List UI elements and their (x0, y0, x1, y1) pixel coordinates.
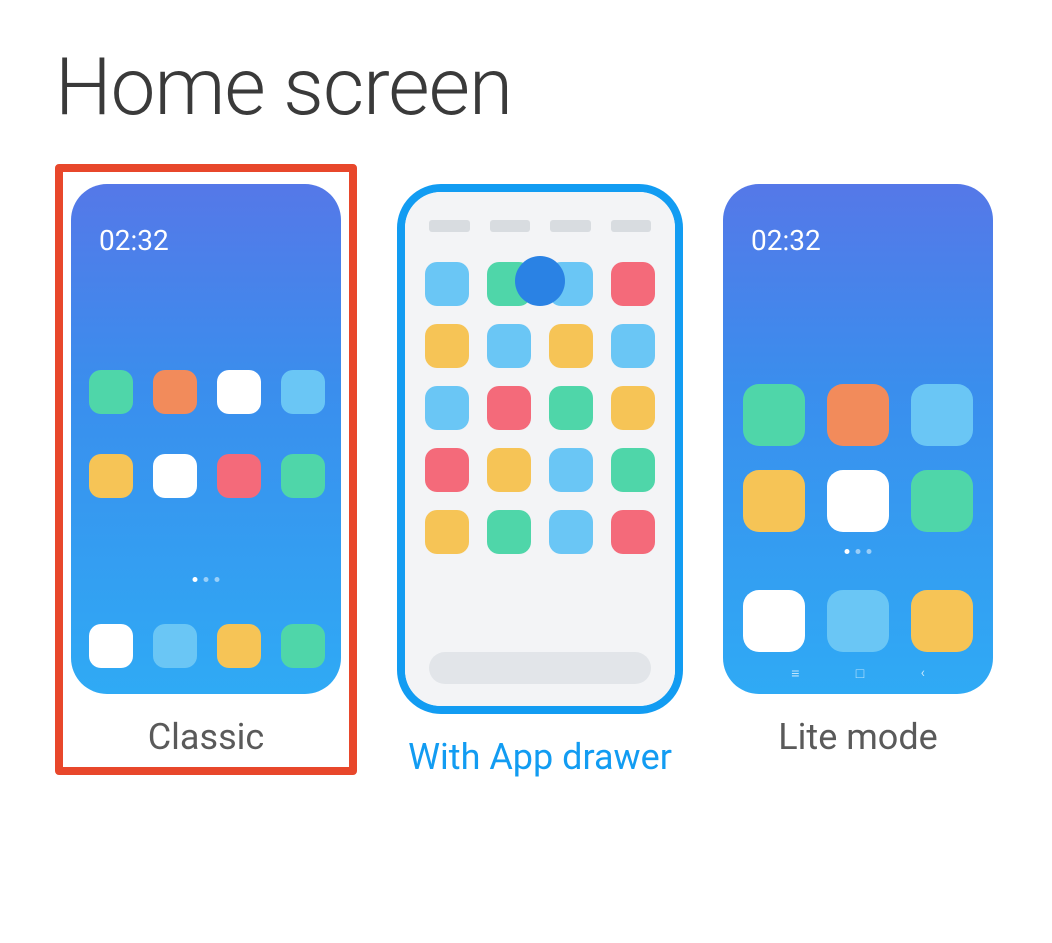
lite-preview: 02:32 ≡ □ ‹ (723, 184, 993, 694)
option-app-drawer[interactable]: With App drawer (397, 164, 683, 779)
app-icon (911, 470, 973, 532)
drawer-tab (611, 220, 652, 232)
app-icon (487, 448, 531, 492)
app-icon (487, 324, 531, 368)
app-icon (827, 590, 889, 652)
app-icon (827, 470, 889, 532)
drawer-tabs (429, 220, 651, 232)
app-icon (611, 386, 655, 430)
app-icon (425, 386, 469, 430)
lite-dock (745, 590, 971, 652)
app-icon (611, 448, 655, 492)
app-icon (281, 454, 325, 498)
app-icon (611, 510, 655, 554)
app-icon (549, 324, 593, 368)
app-icon (153, 370, 197, 414)
drawer-preview (405, 192, 675, 706)
option-lite-mode[interactable]: 02:32 ≡ □ ‹ Lite mode (723, 164, 993, 759)
classic-preview: 02:32 (71, 184, 341, 694)
app-icon (549, 510, 593, 554)
page-indicator (845, 549, 872, 554)
app-icon (425, 324, 469, 368)
nav-menu-icon: ≡ (791, 665, 799, 682)
nav-home-icon: □ (856, 665, 864, 682)
app-icon (89, 454, 133, 498)
classic-icon-row-2 (89, 454, 323, 498)
home-screen-options: 02:32 Classic (55, 164, 997, 779)
drawer-accent-circle (515, 256, 565, 306)
app-icon (487, 386, 531, 430)
app-icon (911, 384, 973, 446)
app-icon (743, 470, 805, 532)
classic-icon-row-1 (89, 370, 323, 414)
app-icon (611, 324, 655, 368)
app-icon (827, 384, 889, 446)
lite-clock: 02:32 (751, 224, 821, 257)
app-icon (217, 370, 261, 414)
drawer-search-bar (429, 652, 651, 684)
app-icon (425, 262, 469, 306)
app-icon (611, 262, 655, 306)
app-icon (425, 510, 469, 554)
app-icon (281, 624, 325, 668)
app-icon (425, 448, 469, 492)
option-classic-label: Classic (148, 716, 265, 759)
drawer-tab (490, 220, 531, 232)
page-title: Home screen (55, 40, 997, 134)
nav-back-icon: ‹ (921, 665, 925, 682)
drawer-selected-frame (397, 184, 683, 714)
app-icon (487, 510, 531, 554)
classic-clock: 02:32 (99, 224, 169, 257)
drawer-tab (429, 220, 470, 232)
app-icon (217, 624, 261, 668)
app-icon (89, 370, 133, 414)
lite-icon-grid (745, 384, 971, 532)
classic-dock (89, 624, 323, 668)
app-icon (153, 454, 197, 498)
option-lite-label: Lite mode (778, 716, 937, 759)
app-icon (217, 454, 261, 498)
app-icon (549, 448, 593, 492)
lite-nav-bar: ≡ □ ‹ (723, 665, 993, 682)
app-icon (743, 384, 805, 446)
drawer-tab (550, 220, 591, 232)
option-classic[interactable]: 02:32 Classic (55, 164, 357, 775)
app-icon (549, 386, 593, 430)
app-icon (153, 624, 197, 668)
app-icon (743, 590, 805, 652)
option-drawer-label: With App drawer (408, 736, 672, 779)
page-indicator (193, 577, 220, 582)
app-icon (911, 590, 973, 652)
app-icon (89, 624, 133, 668)
app-icon (281, 370, 325, 414)
